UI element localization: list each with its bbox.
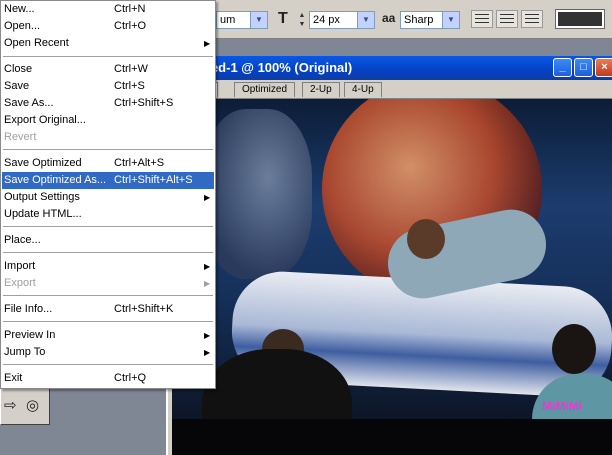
align-right-button[interactable] [521, 10, 543, 28]
submenu-arrow-icon: ▶ [204, 348, 211, 357]
menu-separator [3, 295, 213, 296]
menu-item-output-settings[interactable]: Output Settings ▶ [2, 189, 214, 206]
menu-separator [3, 226, 213, 227]
maximize-button[interactable]: □ [574, 58, 593, 77]
font-style-select[interactable]: um ▼ [216, 11, 268, 29]
align-left-button[interactable] [471, 10, 493, 28]
antialias-icon: aa [382, 11, 396, 25]
person-right-head [552, 324, 596, 374]
chevron-down-icon: ▼ [357, 12, 374, 28]
jump-to-app-icon[interactable]: ⇨ [4, 396, 17, 414]
submenu-arrow-icon: ▶ [204, 331, 211, 340]
font-size-spinner-icon[interactable]: ▲ ▼ [297, 11, 307, 29]
menu-item-new[interactable]: New... Ctrl+N [2, 1, 214, 18]
menu-item-update-html[interactable]: Update HTML... [2, 206, 214, 223]
preview-browser-icon[interactable]: ◎ [26, 396, 39, 414]
menu-item-preview-in[interactable]: Preview In ▶ [2, 327, 214, 344]
tab-optimized[interactable]: Optimized [234, 82, 296, 97]
menu-separator [3, 364, 213, 365]
image-canvas[interactable]: 星香港 MiMiMi [172, 99, 612, 455]
menu-item-import[interactable]: Import ▶ [2, 258, 214, 275]
minimize-button[interactable]: _ [553, 58, 572, 77]
align-center-button[interactable] [496, 10, 518, 28]
file-menu: New... Ctrl+N Open... Ctrl+O Open Recent ▶ … [0, 0, 216, 389]
antialias-select[interactable]: Sharp ▼ [400, 11, 460, 29]
menu-item-exit[interactable]: Exit Ctrl+Q [2, 370, 214, 387]
menu-item-export-original[interactable]: Export Original... [2, 112, 214, 129]
menu-item-file-info[interactable]: File Info... Ctrl+Shift+K [2, 301, 214, 318]
font-size-icon: T [278, 10, 288, 27]
menu-item-save-optimized[interactable]: Save Optimized Ctrl+Alt+S [2, 155, 214, 172]
chevron-down-icon: ▼ [442, 12, 459, 28]
tab-4-up[interactable]: 4-Up [344, 82, 382, 97]
menu-separator [3, 149, 213, 150]
menu-separator [3, 56, 213, 57]
menu-item-open-recent[interactable]: Open Recent ▶ [2, 35, 214, 52]
submenu-arrow-icon: ▶ [204, 279, 211, 288]
menu-item-save-optimized-as[interactable]: Save Optimized As... Ctrl+Shift+Alt+S [2, 172, 214, 189]
document-titlebar[interactable]: tled-1 @ 100% (Original) _ □ × [168, 56, 612, 80]
menu-item-place[interactable]: Place... [2, 232, 214, 249]
panel-tool-strip: ⇨ ◎ [0, 385, 50, 425]
watermark-text: MiMiMi [542, 399, 582, 413]
menu-item-export: Export ▶ [2, 275, 214, 292]
menu-item-save[interactable]: Save Ctrl+S [2, 78, 214, 95]
submenu-arrow-icon: ▶ [204, 262, 211, 271]
person-lying-head [407, 219, 445, 259]
menu-separator [3, 321, 213, 322]
text-color-swatch[interactable] [555, 9, 605, 29]
menu-separator [3, 252, 213, 253]
submenu-arrow-icon: ▶ [204, 193, 211, 202]
menu-item-close[interactable]: Close Ctrl+W [2, 61, 214, 78]
close-button[interactable]: × [595, 58, 612, 77]
document-window: tled-1 @ 100% (Original) _ □ × al Optimi… [166, 56, 612, 455]
menu-item-revert: Revert [4, 131, 37, 143]
font-size-select[interactable]: 24 px ▼ [309, 11, 375, 29]
view-tabs: al Optimized 2-Up 4-Up [168, 80, 612, 99]
menu-item-jump-to[interactable]: Jump To ▶ [2, 344, 214, 361]
menu-item-open[interactable]: Open... Ctrl+O [2, 18, 214, 35]
tab-2-up[interactable]: 2-Up [302, 82, 340, 97]
menu-item-save-as[interactable]: Save As... Ctrl+Shift+S [2, 95, 214, 112]
chevron-down-icon: ▼ [250, 12, 267, 28]
document-title: tled-1 @ 100% (Original) [203, 60, 353, 75]
poster-face [202, 109, 312, 279]
stage-floor [172, 419, 612, 455]
submenu-arrow-icon: ▶ [204, 39, 211, 48]
